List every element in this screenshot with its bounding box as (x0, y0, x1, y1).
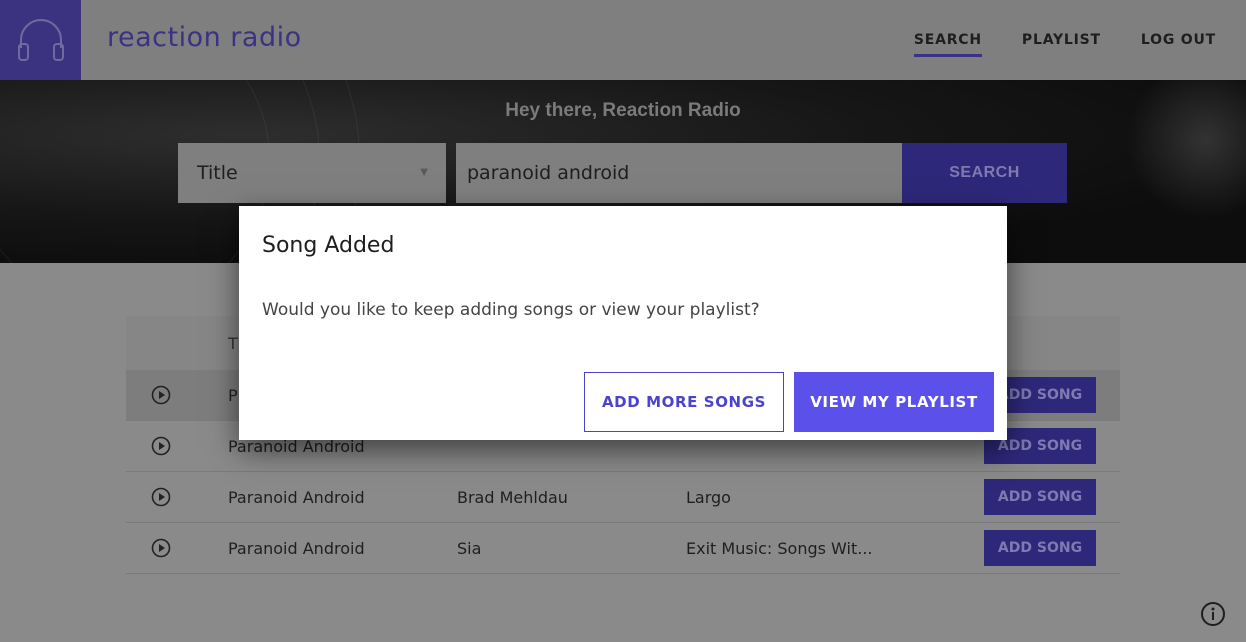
song-title: Paranoid Android (228, 488, 365, 507)
dialog-message: Would you like to keep adding songs or v… (262, 300, 760, 320)
add-more-songs-button[interactable]: ADD MORE SONGS (584, 372, 784, 432)
add-song-button[interactable]: ADD SONG (984, 530, 1096, 566)
nav-playlist[interactable]: PLAYLIST (1022, 32, 1101, 57)
play-icon[interactable] (151, 385, 171, 405)
nav-logout[interactable]: LOG OUT (1141, 32, 1216, 57)
search-button[interactable]: SEARCH (902, 143, 1067, 203)
play-icon[interactable] (151, 436, 171, 456)
song-album: Largo (686, 488, 731, 507)
column-header-title: T (228, 334, 238, 353)
brand-name: reaction radio (107, 22, 302, 53)
app-header: reaction radio SEARCH PLAYLIST LOG OUT (0, 0, 1246, 80)
chevron-down-icon: ▼ (420, 167, 428, 178)
song-album: Exit Music: Songs Wit... (686, 539, 873, 558)
table-row: Paranoid Android Sia Exit Music: Songs W… (126, 523, 1120, 574)
song-artist: Brad Mehldau (457, 488, 568, 507)
song-title: Paranoid Android (228, 539, 365, 558)
search-field-select[interactable]: Title ▼ (178, 143, 446, 203)
logo[interactable] (0, 0, 81, 80)
view-my-playlist-button[interactable]: VIEW MY PLAYLIST (794, 372, 994, 432)
search-input[interactable]: paranoid android (456, 143, 902, 203)
greeting-text: Hey there, Reaction Radio (505, 100, 741, 121)
play-icon[interactable] (151, 487, 171, 507)
song-artist: Sia (457, 539, 482, 558)
play-icon[interactable] (151, 538, 171, 558)
main-nav: SEARCH PLAYLIST LOG OUT (913, 32, 1216, 57)
table-row: Paranoid Android Brad Mehldau Largo ADD … (126, 472, 1120, 523)
add-song-button[interactable]: ADD SONG (984, 479, 1096, 515)
dialog-title: Song Added (262, 233, 395, 258)
search-field-value: Title (197, 162, 238, 184)
nav-search[interactable]: SEARCH (913, 32, 982, 57)
song-added-dialog: Song Added Would you like to keep adding… (239, 206, 1007, 440)
info-icon[interactable] (1200, 601, 1226, 627)
song-title: P (228, 386, 238, 405)
headphones-icon (17, 19, 64, 61)
